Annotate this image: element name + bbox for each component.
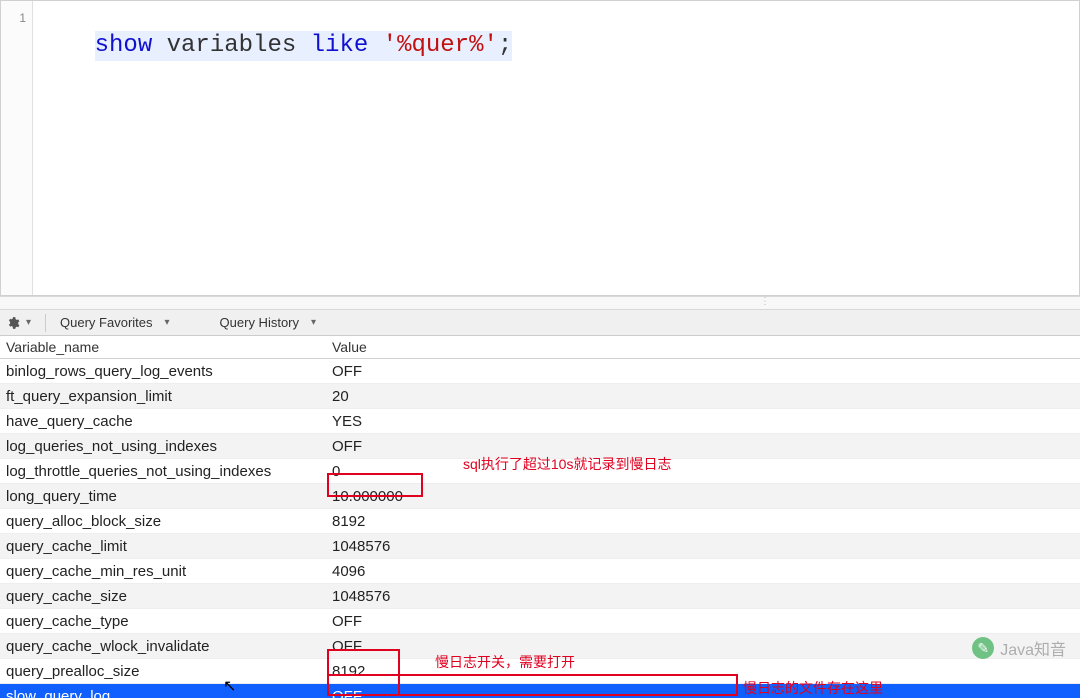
query-history-button[interactable]: Query History xyxy=(214,315,305,330)
results-header: Variable_name Value xyxy=(0,336,1080,359)
cell-value: 0 xyxy=(326,463,1080,480)
query-favorites-button[interactable]: Query Favorites xyxy=(54,315,158,330)
sql-ident-variables: variables xyxy=(167,32,297,59)
table-row[interactable]: query_cache_limit1048576 xyxy=(0,534,1080,559)
table-row[interactable]: query_cache_min_res_unit4096 xyxy=(0,559,1080,584)
cell-variable-name: query_alloc_block_size xyxy=(0,513,326,530)
table-row[interactable]: query_prealloc_size8192 xyxy=(0,659,1080,684)
code-pane[interactable]: show variables like '%quer%'; xyxy=(33,1,1079,295)
splitter-handle[interactable]: ⋮ xyxy=(0,296,1080,310)
cell-value: OFF xyxy=(326,638,1080,655)
cell-value: OFF xyxy=(326,688,1080,698)
column-header-variable-name[interactable]: Variable_name xyxy=(0,336,326,358)
cell-variable-name: ft_query_expansion_limit xyxy=(0,388,326,405)
table-row[interactable]: query_cache_typeOFF xyxy=(0,609,1080,634)
sql-keyword-show: show xyxy=(95,32,153,59)
results-body: binlog_rows_query_log_eventsOFF ft_query… xyxy=(0,359,1080,698)
cell-value: 4096 xyxy=(326,563,1080,580)
watermark-icon: ✎ xyxy=(972,637,994,659)
cell-variable-name: query_cache_min_res_unit xyxy=(0,563,326,580)
table-row-selected[interactable]: slow_query_logOFF xyxy=(0,684,1080,698)
cell-value: 1048576 xyxy=(326,588,1080,605)
cell-variable-name: slow_query_log xyxy=(0,688,326,698)
gear-icon[interactable] xyxy=(6,316,20,330)
table-row[interactable]: log_throttle_queries_not_using_indexes0 xyxy=(0,459,1080,484)
sql-line-1[interactable]: show variables like '%quer%'; xyxy=(95,31,513,61)
table-row[interactable]: query_cache_wlock_invalidateOFF xyxy=(0,634,1080,659)
chevron-down-icon[interactable]: ▾ xyxy=(163,317,176,328)
cell-variable-name: log_queries_not_using_indexes xyxy=(0,438,326,455)
table-row[interactable]: query_alloc_block_size8192 xyxy=(0,509,1080,534)
table-row[interactable]: binlog_rows_query_log_eventsOFF xyxy=(0,359,1080,384)
cell-variable-name: query_cache_size xyxy=(0,588,326,605)
cell-value: OFF xyxy=(326,613,1080,630)
table-row[interactable]: ft_query_expansion_limit20 xyxy=(0,384,1080,409)
cell-value: 8192 xyxy=(326,663,1080,680)
cell-value: 10.000000 xyxy=(326,488,1080,505)
cell-value: 20 xyxy=(326,388,1080,405)
cell-value: 1048576 xyxy=(326,538,1080,555)
cell-variable-name: log_throttle_queries_not_using_indexes xyxy=(0,463,326,480)
table-row[interactable]: query_cache_size1048576 xyxy=(0,584,1080,609)
cell-variable-name: long_query_time xyxy=(0,488,326,505)
table-row[interactable]: have_query_cacheYES xyxy=(0,409,1080,434)
sql-semicolon: ; xyxy=(498,32,512,59)
cell-value: OFF xyxy=(326,363,1080,380)
chevron-down-icon[interactable]: ▾ xyxy=(309,317,322,328)
table-row[interactable]: log_queries_not_using_indexesOFF xyxy=(0,434,1080,459)
watermark: ✎ Java知音 xyxy=(972,636,1066,660)
cell-value: 8192 xyxy=(326,513,1080,530)
sql-string: '%quer%' xyxy=(383,32,498,59)
cell-value: OFF xyxy=(326,438,1080,455)
toolbar-separator xyxy=(45,314,46,332)
cell-variable-name: have_query_cache xyxy=(0,413,326,430)
line-gutter: 1 xyxy=(1,1,33,295)
sql-editor[interactable]: 1 show variables like '%quer%'; xyxy=(0,0,1080,296)
cell-variable-name: query_cache_limit xyxy=(0,538,326,555)
chevron-down-icon[interactable]: ▾ xyxy=(24,317,37,328)
cell-variable-name: query_prealloc_size xyxy=(0,663,326,680)
sql-keyword-like: like xyxy=(311,32,369,59)
cell-variable-name: query_cache_type xyxy=(0,613,326,630)
cell-value: YES xyxy=(326,413,1080,430)
column-header-value[interactable]: Value xyxy=(326,336,1080,358)
table-row[interactable]: long_query_time10.000000 xyxy=(0,484,1080,509)
results-toolbar: ▾ Query Favorites ▾ Query History ▾ xyxy=(0,310,1080,336)
cell-variable-name: query_cache_wlock_invalidate xyxy=(0,638,326,655)
watermark-text: Java知音 xyxy=(1000,636,1066,660)
cell-variable-name: binlog_rows_query_log_events xyxy=(0,363,326,380)
line-number: 1 xyxy=(1,3,32,33)
